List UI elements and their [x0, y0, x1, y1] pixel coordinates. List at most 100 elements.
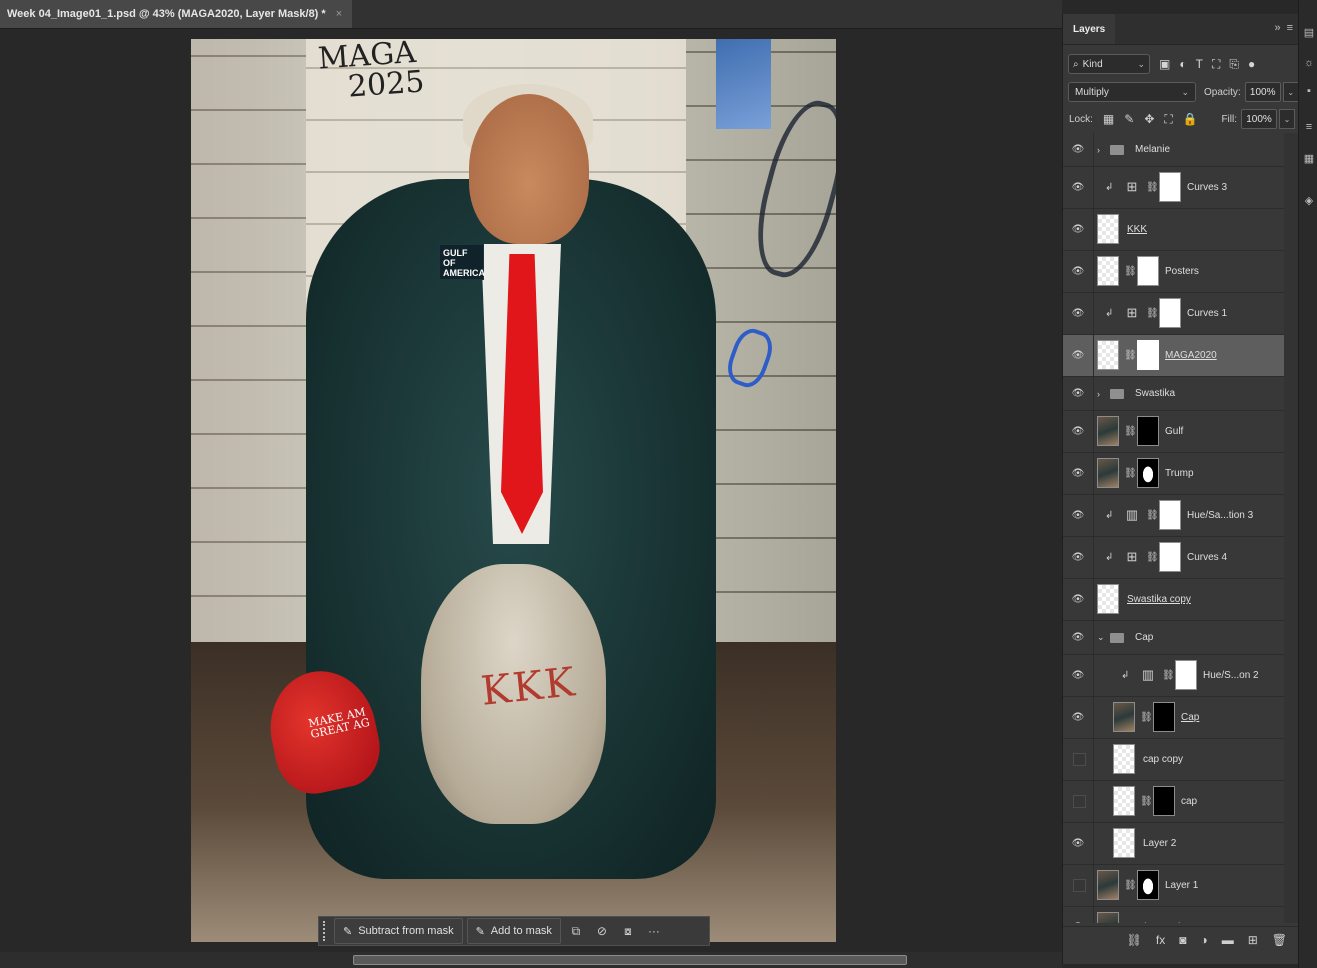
horizontal-scrollbar[interactable] — [0, 952, 1062, 968]
layer-name[interactable]: MAGA2020 — [1165, 350, 1217, 361]
adjustments-panel-icon[interactable]: ☼ — [1302, 56, 1316, 70]
mask-visibility-icon[interactable]: ⧇ — [617, 920, 639, 942]
delete-layer-icon[interactable]: 🗑 — [1272, 933, 1287, 947]
mask-link-icon[interactable]: ⛓ — [1140, 796, 1153, 807]
new-adjustment-layer-icon[interactable]: ◑ — [1200, 933, 1207, 947]
mask-link-icon[interactable]: ⛓ — [1124, 880, 1137, 891]
layer-mask-thumbnail[interactable] — [1137, 458, 1159, 488]
layer-name[interactable]: Hue/S...on 2 — [1203, 670, 1259, 681]
properties-panel-icon[interactable]: ▤ — [1302, 26, 1316, 40]
layer-name[interactable]: cap — [1181, 796, 1197, 807]
mask-link-icon[interactable]: ⛓ — [1146, 510, 1159, 521]
opacity-field[interactable]: 100% — [1244, 82, 1281, 102]
adjustment-filter-icon[interactable]: ◐ — [1179, 57, 1186, 72]
layer-mask-thumbnail[interactable] — [1159, 500, 1181, 530]
layer-row[interactable]: 👁 ↲ ▥ ⛓ Hue/S...on 2 — [1063, 655, 1284, 697]
mask-link-icon[interactable]: ⛓ — [1124, 266, 1137, 277]
lock-artboard-icon[interactable]: ⛶ — [1164, 112, 1172, 127]
smart-object-filter-icon[interactable]: ⎘ — [1229, 57, 1239, 72]
close-icon[interactable]: × — [336, 8, 342, 20]
fill-field[interactable]: 100% — [1241, 109, 1277, 129]
document-canvas-image[interactable]: MAGA 2025 GULF OF AMERICA KKK MAKE AM GR… — [191, 39, 836, 942]
eye-icon[interactable]: 👁 — [1069, 549, 1087, 567]
curves-adjustment-icon[interactable]: ⊞ — [1121, 542, 1143, 572]
subtract-from-mask-button[interactable]: ✎ Subtract from mask — [334, 918, 463, 944]
lock-transparency-icon[interactable]: ▦ — [1103, 112, 1114, 127]
hue-saturation-adjustment-icon[interactable]: ▥ — [1121, 500, 1143, 530]
layer-name[interactable]: Melanie — [1135, 144, 1170, 155]
eye-icon[interactable]: 👁 — [1069, 263, 1087, 281]
layer-row[interactable]: 👁 ⛓ Cap — [1063, 697, 1284, 739]
layer-thumbnail[interactable] — [1113, 744, 1135, 774]
visibility-toggle-off[interactable] — [1073, 753, 1086, 766]
layer-thumbnail[interactable] — [1097, 416, 1119, 446]
layer-name[interactable]: Curves 4 — [1187, 552, 1227, 563]
more-options-icon[interactable]: ··· — [643, 920, 665, 942]
fill-slider-toggle[interactable]: ⌄ — [1279, 109, 1295, 129]
layer-thumbnail[interactable] — [1097, 256, 1119, 286]
layer-row[interactable]: 👁 ↲ ⊞ ⛓ Curves 4 — [1063, 537, 1284, 579]
lock-all-icon[interactable]: 🔒 — [1183, 112, 1198, 127]
eye-icon[interactable]: 👁 — [1069, 835, 1087, 853]
layer-group-row[interactable]: 👁 ⌄ Cap — [1063, 621, 1284, 655]
eye-icon[interactable]: 👁 — [1069, 465, 1087, 483]
eye-icon[interactable]: 👁 — [1069, 141, 1087, 159]
shape-filter-icon[interactable]: ⛶ — [1212, 57, 1220, 72]
layer-row[interactable]: 👁 Background — [1063, 907, 1284, 923]
layer-row[interactable]: 👁 ⛓ Posters — [1063, 251, 1284, 293]
layer-name[interactable]: Background — [1127, 922, 1180, 923]
visibility-toggle-off[interactable] — [1073, 795, 1086, 808]
comments-panel-icon[interactable]: ▪ — [1302, 84, 1316, 98]
mask-link-icon[interactable]: ⛓ — [1146, 308, 1159, 319]
eye-icon[interactable]: 👁 — [1069, 221, 1087, 239]
layer-row[interactable]: 👁 ↲ ▥ ⛓ Hue/Sa...tion 3 — [1063, 495, 1284, 537]
mask-link-icon[interactable]: ⛓ — [1162, 670, 1175, 681]
layer-name[interactable]: Layer 2 — [1143, 838, 1176, 849]
layer-row[interactable]: 👁 Swastika copy — [1063, 579, 1284, 621]
layers-scrollbar[interactable] — [1284, 133, 1298, 923]
mask-link-icon[interactable]: ⛓ — [1146, 552, 1159, 563]
chevron-right-icon[interactable]: › — [1097, 145, 1100, 155]
layers-panel-icon[interactable]: ◈ — [1302, 194, 1316, 208]
layer-thumbnail[interactable] — [1097, 458, 1119, 488]
blend-mode-select[interactable]: Multiply ⌄ — [1068, 82, 1196, 102]
collapse-panel-icon[interactable]: » — [1274, 22, 1280, 34]
layer-row[interactable]: 👁 Layer 2 — [1063, 823, 1284, 865]
eye-icon[interactable]: 👁 — [1069, 919, 1087, 923]
layer-row[interactable]: 👁 ↲ ⊞ ⛓ Curves 1 — [1063, 293, 1284, 335]
layer-name[interactable]: Curves 1 — [1187, 308, 1227, 319]
layer-row[interactable]: 👁 ⛓ MAGA2020 — [1063, 335, 1284, 377]
layer-mask-thumbnail[interactable] — [1137, 340, 1159, 370]
layer-thumbnail[interactable] — [1113, 702, 1135, 732]
eye-icon[interactable]: 👁 — [1069, 507, 1087, 525]
type-filter-icon[interactable]: T — [1196, 57, 1203, 72]
mask-options-icon[interactable]: ⧉ — [565, 920, 587, 942]
curves-adjustment-icon[interactable]: ⊞ — [1121, 172, 1143, 202]
eye-icon[interactable]: 👁 — [1069, 591, 1087, 609]
layer-mask-thumbnail[interactable] — [1153, 786, 1175, 816]
layer-name[interactable]: cap copy — [1143, 754, 1183, 765]
layer-thumbnail[interactable] — [1097, 870, 1119, 900]
eye-icon[interactable]: 👁 — [1069, 629, 1087, 647]
layer-mask-thumbnail[interactable] — [1159, 298, 1181, 328]
mask-link-icon[interactable]: ⛓ — [1124, 426, 1137, 437]
layer-mask-thumbnail[interactable] — [1175, 660, 1197, 690]
layer-row[interactable]: 👁 ⛓ Trump — [1063, 453, 1284, 495]
lock-image-pixels-icon[interactable]: ✎ — [1124, 112, 1134, 127]
filter-toggle-icon[interactable]: ● — [1248, 57, 1255, 72]
layer-thumbnail[interactable] — [1097, 214, 1119, 244]
layer-name[interactable]: KKK — [1127, 224, 1147, 235]
visibility-toggle-off[interactable] — [1073, 879, 1086, 892]
link-layers-icon[interactable]: ⛓ — [1127, 933, 1142, 947]
channels-panel-icon[interactable]: ▦ — [1302, 152, 1316, 166]
layer-thumbnail[interactable] — [1097, 340, 1119, 370]
mask-link-icon[interactable]: ⛓ — [1124, 468, 1137, 479]
layer-row[interactable]: ⛓ Layer 1 — [1063, 865, 1284, 907]
layer-row[interactable]: 👁 ↲ ⊞ ⛓ Curves 3 — [1063, 167, 1284, 209]
add-mask-icon[interactable]: ◙ — [1179, 933, 1186, 947]
layer-thumbnail[interactable] — [1097, 912, 1119, 923]
disable-mask-icon[interactable]: ⊘ — [591, 920, 613, 942]
layer-row[interactable]: ⛓ cap — [1063, 781, 1284, 823]
layer-mask-thumbnail[interactable] — [1137, 870, 1159, 900]
layer-thumbnail[interactable] — [1097, 584, 1119, 614]
